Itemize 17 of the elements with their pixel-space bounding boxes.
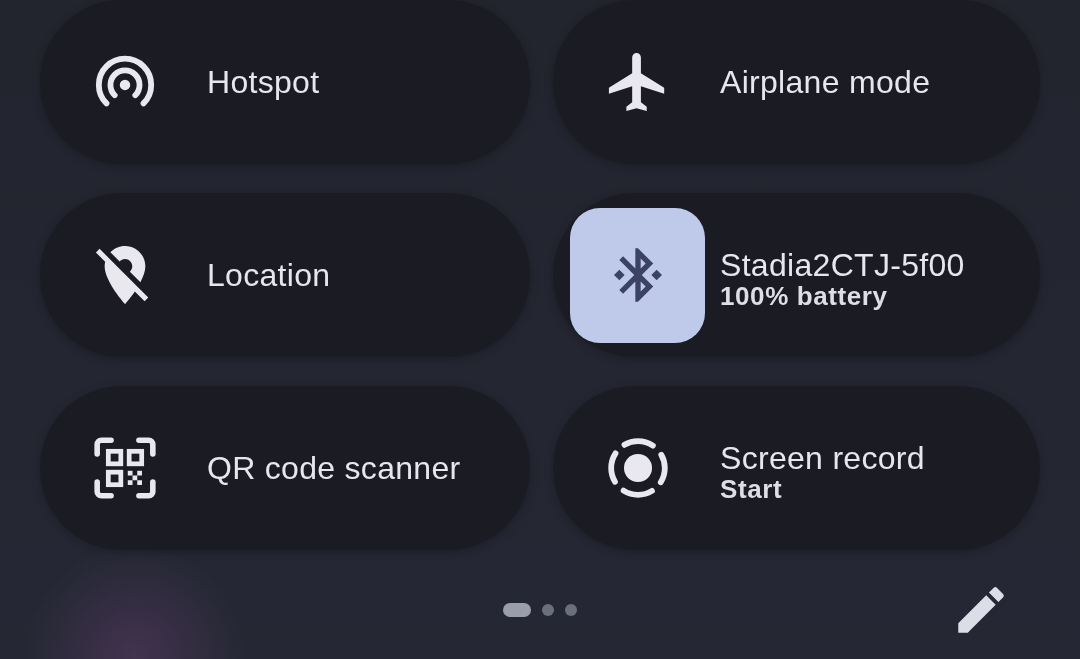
tile-subtitle: 100% battery	[720, 282, 888, 310]
tile-title: Screen record	[720, 441, 925, 475]
tile-subtitle: Start	[720, 475, 783, 503]
tile-title: Stadia2CTJ-5f00	[720, 248, 965, 282]
page-indicator-dot[interactable]	[542, 604, 554, 616]
tile-title: Location	[207, 256, 331, 295]
quick-settings-tile[interactable]: Screen record Start	[553, 386, 1040, 550]
quick-settings-tile[interactable]: Location	[40, 193, 530, 357]
quick-settings-tile[interactable]: Hotspot	[40, 0, 530, 164]
page-indicator-dot[interactable]	[565, 604, 577, 616]
quick-settings-tile[interactable]: QR code scanner	[40, 386, 530, 550]
tile-title: QR code scanner	[207, 449, 461, 488]
quick-settings-tile[interactable]: Airplane mode	[553, 0, 1040, 164]
edit-icon[interactable]	[957, 586, 1005, 634]
tile-title: Hotspot	[207, 63, 320, 102]
quick-settings-tile[interactable]: Stadia2CTJ-5f00 100% battery	[553, 193, 1040, 357]
tile-title: Airplane mode	[720, 63, 931, 102]
